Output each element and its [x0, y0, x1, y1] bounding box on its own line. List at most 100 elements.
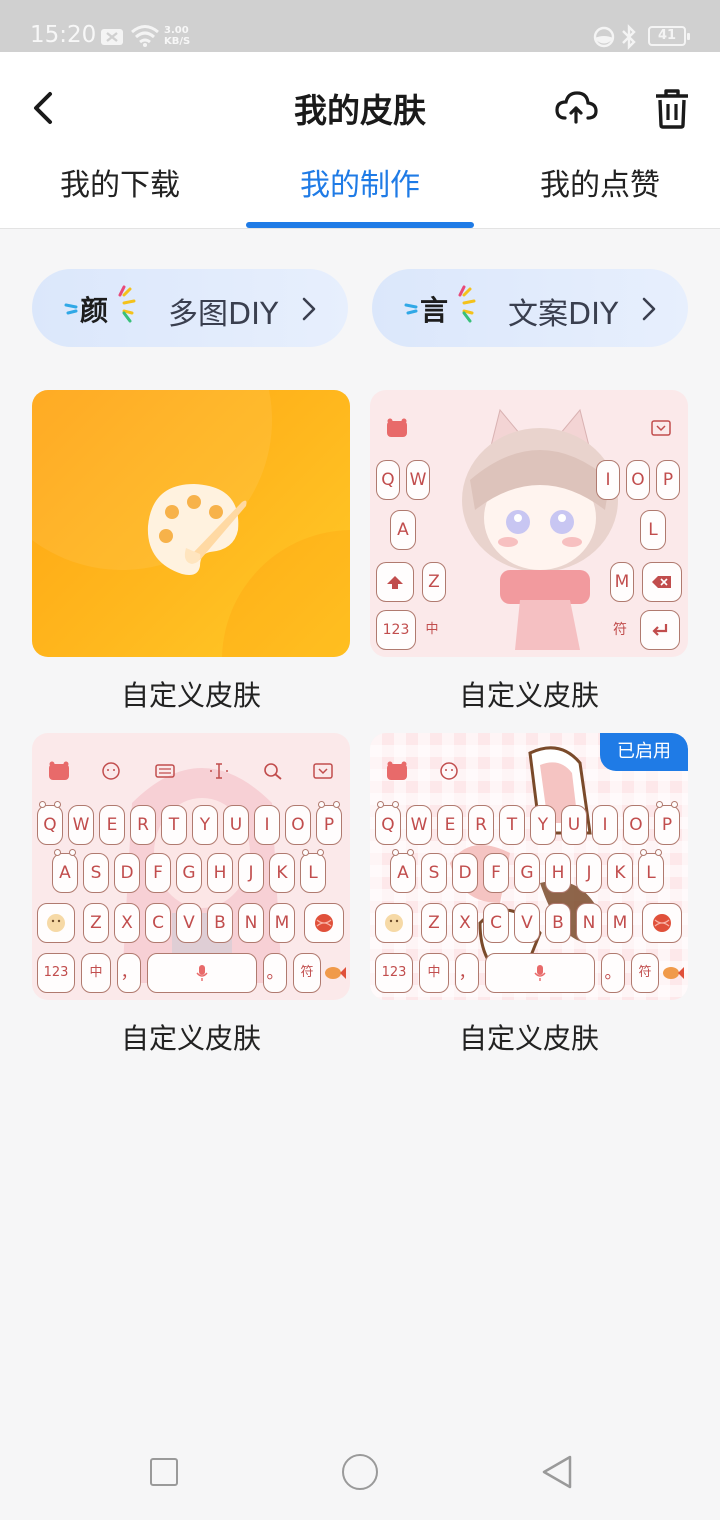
recent-apps-icon[interactable]: [150, 1458, 178, 1486]
key: Z: [422, 562, 446, 602]
key: R: [468, 805, 494, 845]
keyboard-row: 123 中 符: [370, 610, 688, 654]
keyboard-row: A S D F G H J K L: [370, 849, 688, 897]
keyboard-row: 123 中 ， 。 符: [32, 953, 350, 997]
skin-card-enabled[interactable]: Q W E R T Y U I O P A S D F G H J K L Z …: [370, 733, 688, 1000]
keyboard-row: Z X C V B N M: [370, 903, 688, 947]
network-speed: 3.00 KB/S: [164, 25, 190, 47]
badge-glyph: 言: [420, 294, 449, 327]
keyboard-preview: Q W E R T Y U I O P A S D F G H J K L Z …: [32, 733, 350, 1000]
wifi-icon: [131, 25, 159, 47]
key: X: [452, 903, 478, 943]
enter-key: [325, 953, 346, 993]
speed-unit: KB/S: [164, 36, 191, 47]
cloud-upload-icon[interactable]: [554, 86, 598, 130]
key: Y: [192, 805, 218, 845]
key: C: [483, 903, 509, 943]
du-logo-icon: [49, 761, 69, 780]
diy-button-label: 文案DIY: [508, 297, 619, 332]
status-bar: 15:20 3.00 KB/S 41: [0, 0, 720, 52]
chevron-right-icon: [642, 297, 656, 321]
emoji-icon: [102, 762, 120, 780]
sym-key: 符: [293, 953, 321, 993]
tab-downloads[interactable]: 我的下载: [0, 160, 240, 204]
skin-card[interactable]: Q W E R T Y U I O P A S D F G H J K L Z …: [32, 733, 350, 1000]
key: O: [626, 460, 650, 500]
bluetooth-icon: [622, 24, 636, 50]
key: V: [514, 903, 540, 943]
keyboard-row: Z M: [370, 562, 688, 606]
keyboard-row: Q W E R T Y U I O P: [370, 801, 688, 849]
key: N: [576, 903, 602, 943]
key: P: [656, 460, 680, 500]
key: K: [607, 853, 633, 893]
key: A: [52, 849, 78, 893]
key: L: [640, 510, 666, 550]
key: N: [238, 903, 264, 943]
data-saver-icon: [593, 26, 615, 48]
key: M: [607, 903, 633, 943]
enter-key: [640, 610, 680, 650]
key: O: [285, 805, 311, 845]
keyboard-preview: Q W I O P A L Z M 123 中 符: [370, 390, 688, 657]
keyboard-layout-icon: [155, 764, 175, 778]
create-skin-card[interactable]: [32, 390, 350, 657]
key: K: [269, 853, 295, 893]
cn-key: 中: [425, 622, 439, 637]
comma-key: ，: [117, 953, 141, 993]
period-key: 。: [601, 953, 625, 993]
keyboard-toolbar: [32, 755, 350, 791]
speed-value: 3.00: [164, 25, 189, 36]
key: B: [207, 903, 233, 943]
home-icon[interactable]: [342, 1454, 378, 1490]
tab-creations[interactable]: 我的制作: [240, 160, 480, 204]
key: O: [623, 805, 649, 845]
key: S: [83, 853, 109, 893]
key: W: [406, 805, 432, 845]
key: C: [145, 903, 171, 943]
text-diy-button[interactable]: 言 文案DIY: [372, 269, 688, 347]
keyboard-row: Q W E R T Y U I O P: [32, 801, 350, 849]
nav-back-icon[interactable]: [540, 1454, 574, 1490]
system-nav-bar: [0, 1424, 720, 1520]
delete-key: [304, 903, 344, 943]
key: Y: [530, 805, 556, 845]
sym-key: 符: [631, 953, 659, 993]
key: M: [610, 562, 634, 602]
skin-label: 自定义皮肤: [120, 1022, 261, 1055]
key: W: [406, 460, 430, 500]
skin-card[interactable]: Q W I O P A L Z M 123 中 符: [370, 390, 688, 657]
du-logo-icon: [387, 761, 407, 780]
tab-likes[interactable]: 我的点赞: [480, 160, 720, 204]
num-key: 123: [37, 953, 75, 993]
key: J: [238, 853, 264, 893]
key: S: [421, 853, 447, 893]
keyboard-row: Q W I O P: [370, 460, 688, 504]
key: H: [207, 853, 233, 893]
key: I: [592, 805, 618, 845]
key: A: [390, 849, 416, 893]
microphone-icon: [534, 965, 546, 981]
fish-icon: [325, 967, 346, 979]
shift-icon: [387, 576, 403, 589]
key: Q: [37, 801, 63, 845]
multi-image-diy-button[interactable]: 颜 多图DIY: [32, 269, 348, 347]
skin-label: 自定义皮肤: [458, 1022, 599, 1055]
key: B: [545, 903, 571, 943]
backspace-icon: [652, 576, 671, 588]
key: P: [316, 801, 342, 845]
chevron-right-icon: [302, 297, 316, 321]
period-key: 。: [263, 953, 287, 993]
key: V: [176, 903, 202, 943]
sym-key: 符: [613, 622, 627, 638]
key: Q: [376, 460, 400, 500]
key: H: [545, 853, 571, 893]
num-key: 123: [375, 953, 413, 993]
diy-button-label: 多图DIY: [168, 297, 279, 332]
key: P: [654, 801, 680, 845]
face-badge-icon: 颜: [62, 283, 138, 333]
key: E: [437, 805, 463, 845]
key: A: [390, 510, 416, 550]
fish-icon: [663, 967, 684, 979]
trash-icon[interactable]: [652, 86, 692, 130]
